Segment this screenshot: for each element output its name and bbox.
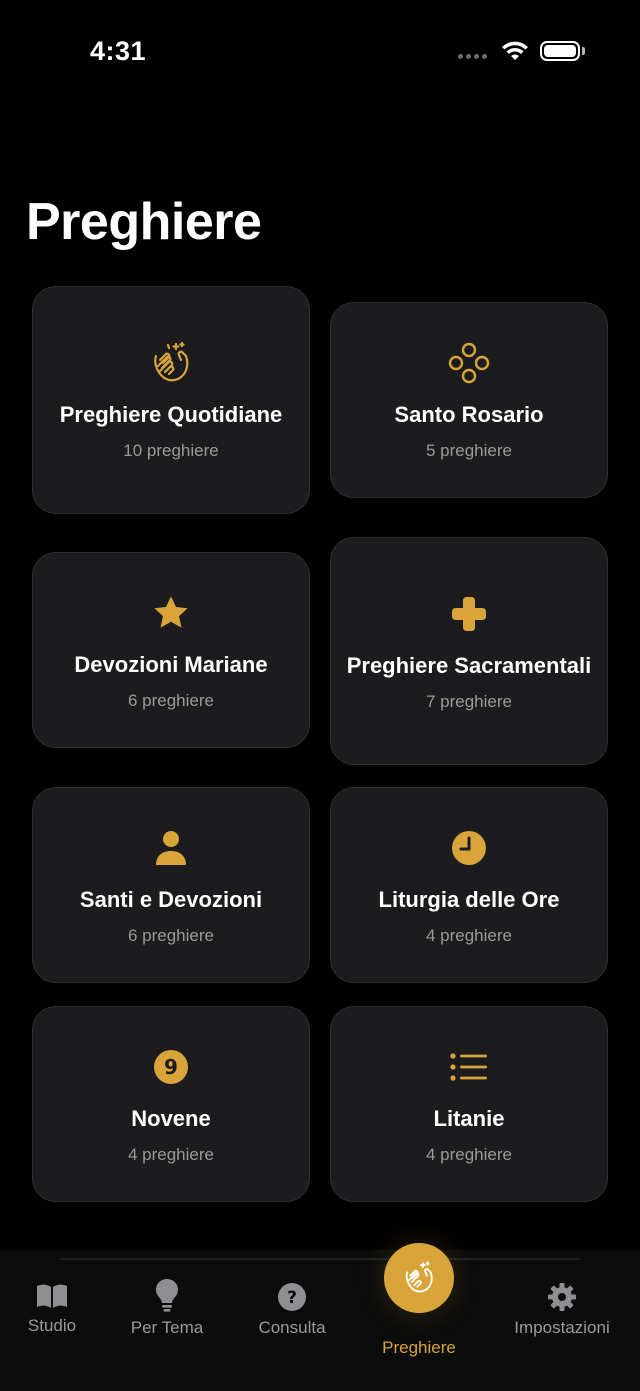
category-card-liturgia-delle-ore[interactable]: Liturgia delle Ore 4 preghiere [330, 787, 608, 983]
wifi-icon [502, 41, 528, 60]
tab-per-tema[interactable]: Per Tema [117, 1278, 217, 1338]
status-time: 4:31 [90, 36, 147, 66]
tab-label: Studio [27, 1316, 77, 1335]
category-count: 5 preghiere [425, 441, 512, 460]
tab-preghiere-active-bubble[interactable] [384, 1243, 454, 1313]
tab-impostazioni[interactable]: Impostazioni [502, 1282, 622, 1338]
category-count: 6 preghiere [127, 926, 214, 945]
question-icon: ? [278, 1283, 306, 1311]
category-card-devozioni-mariane[interactable]: Devozioni Mariane 6 preghiere [32, 552, 310, 748]
cross-icon [452, 597, 486, 631]
category-title: Liturgia delle Ore [378, 887, 560, 912]
battery-icon [540, 41, 580, 61]
category-title: Litanie [433, 1106, 505, 1131]
tab-label: Consulta [258, 1318, 326, 1337]
hands-clapping-icon [405, 1261, 433, 1293]
svg-text:?: ? [287, 1288, 297, 1308]
category-card-santo-rosario[interactable]: Santo Rosario 5 preghiere [330, 302, 608, 498]
tab-preghiere[interactable]: Preghiere [369, 1332, 469, 1358]
category-title: Santi e Devozioni [79, 887, 263, 912]
category-count: 4 preghiere [425, 1145, 512, 1164]
tab-label: Preghiere [382, 1338, 456, 1357]
tab-label: Per Tema [130, 1318, 204, 1337]
category-count: 4 preghiere [127, 1145, 214, 1164]
star-icon [154, 596, 188, 628]
tab-label: Impostazioni [514, 1318, 610, 1337]
category-title: Preghiere Quotidiane [59, 402, 283, 427]
category-count: 10 preghiere [123, 441, 219, 460]
book-icon [37, 1284, 67, 1308]
gear-icon [548, 1283, 576, 1311]
category-card-novene[interactable]: 9 Novene 4 preghiere [32, 1006, 310, 1202]
number-nine-icon: 9 [154, 1050, 188, 1084]
category-card-santi-e-devozioni[interactable]: Santi e Devozioni 6 preghiere [32, 787, 310, 983]
tab-consulta[interactable]: ? Consulta [242, 1282, 342, 1338]
tab-studio[interactable]: Studio [10, 1282, 94, 1336]
category-title: Santo Rosario [394, 402, 544, 427]
person-icon [156, 831, 186, 865]
category-title: Devozioni Mariane [74, 652, 268, 677]
list-icon [450, 1053, 487, 1081]
clock-icon [452, 831, 486, 865]
hands-clapping-icon [154, 341, 189, 382]
category-card-preghiere-sacramentali[interactable]: Preghiere Sacramentali 7 preghiere [330, 537, 608, 765]
page-title: Preghiere [26, 193, 262, 251]
category-card-litanie[interactable]: Litanie 4 preghiere [330, 1006, 608, 1202]
svg-text:9: 9 [164, 1055, 178, 1079]
lightbulb-icon [156, 1279, 178, 1312]
category-count: 4 preghiere [425, 926, 512, 945]
cellular-signal-icon [458, 54, 487, 59]
category-count: 7 preghiere [425, 692, 512, 711]
rosary-beads-icon [448, 342, 490, 384]
category-card-preghiere-quotidiane[interactable]: Preghiere Quotidiane 10 preghiere [32, 286, 310, 514]
category-count: 6 preghiere [127, 691, 214, 710]
tab-bar-divider [60, 1258, 580, 1260]
category-title: Novene [131, 1106, 211, 1131]
category-title: Preghiere Sacramentali [346, 653, 592, 678]
status-bar: 4:31 [0, 0, 640, 100]
battery-cap [582, 47, 585, 55]
